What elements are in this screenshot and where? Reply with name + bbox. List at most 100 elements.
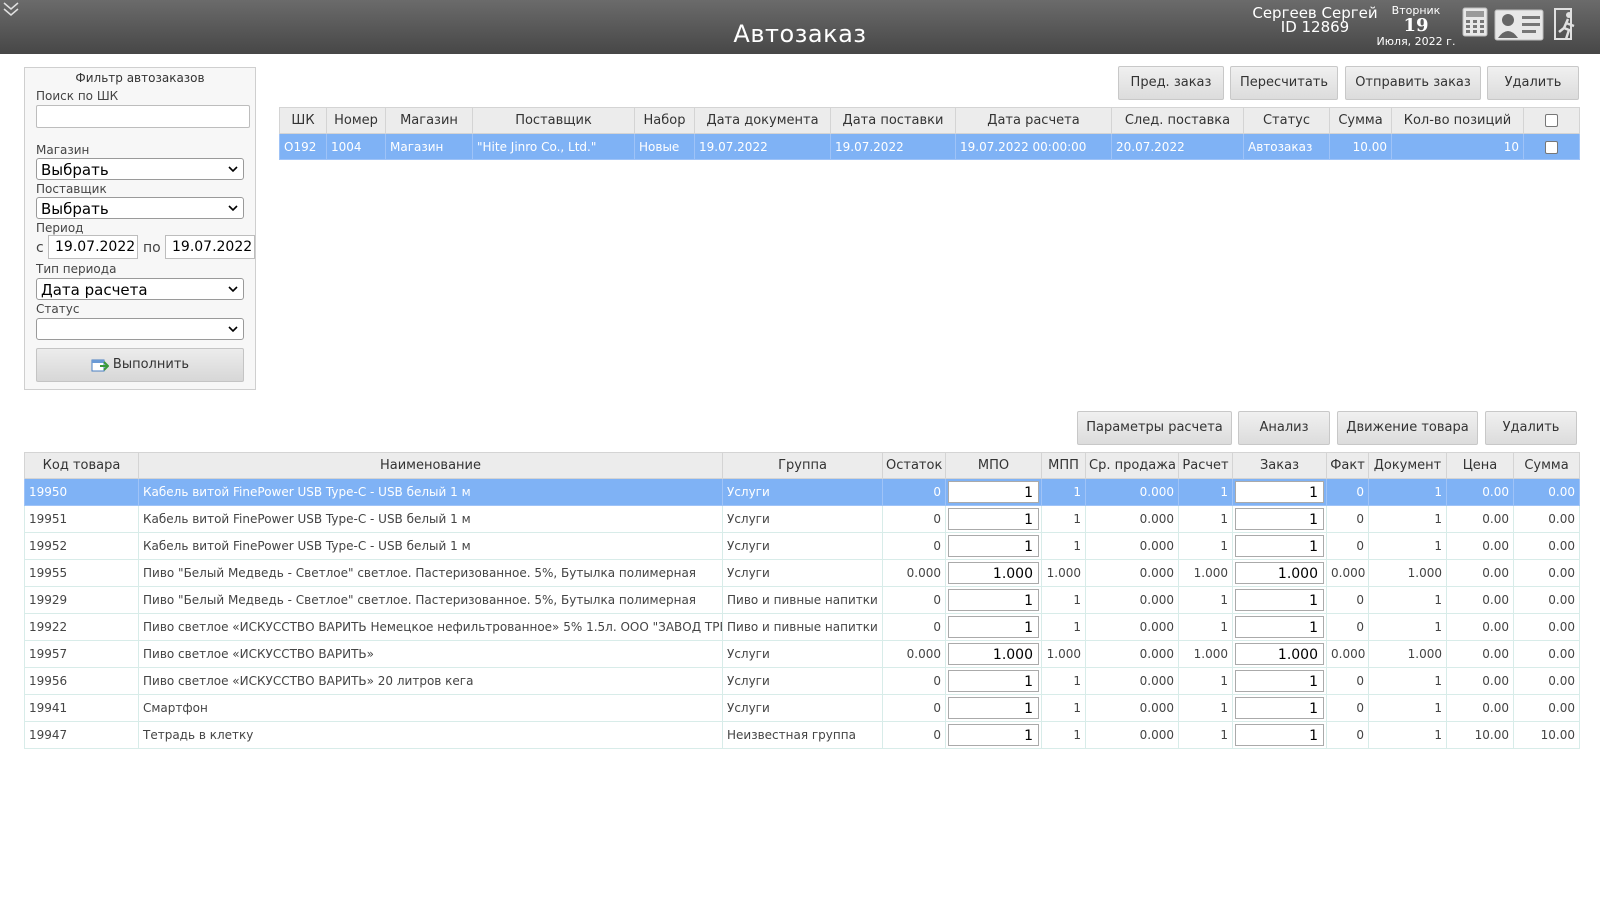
item-group: Пиво и пивные напитки xyxy=(722,613,883,641)
table-row[interactable]: 19941 Смартфон Услуги 0 1 1 0.000 1 1 0 1 0.00 0.00 xyxy=(24,694,1580,722)
col-supplier[interactable]: Поставщик xyxy=(472,107,635,134)
item-mpo-input[interactable]: 1 xyxy=(948,589,1039,611)
period-label: Период xyxy=(36,221,84,235)
recalculate-button[interactable]: Пересчитать xyxy=(1230,66,1338,100)
item-sum: 0.00 xyxy=(1513,586,1580,614)
item-mpo-input[interactable]: 1 xyxy=(948,508,1039,530)
order-row-checkbox[interactable] xyxy=(1545,140,1558,154)
delete-order-button[interactable]: Удалить xyxy=(1487,66,1579,100)
col-store[interactable]: Магазин xyxy=(385,107,473,134)
send-order-button[interactable]: Отправить заказ xyxy=(1345,66,1481,100)
supplier-select[interactable]: Выбрать xyxy=(36,197,244,219)
profile-card-icon[interactable] xyxy=(1494,6,1544,42)
prev-order-button[interactable]: Пред. заказ xyxy=(1118,66,1224,100)
delete-items-button[interactable]: Удалить xyxy=(1485,411,1577,445)
goods-movement-button[interactable]: Движение товара xyxy=(1337,411,1478,445)
items-header-row: Код товара Наименование Группа Остаток М… xyxy=(24,452,1580,479)
analysis-button[interactable]: Анализ xyxy=(1238,411,1330,445)
item-name: Пиво "Белый Медведь - Светлое" светлое. … xyxy=(138,559,723,587)
item-order-input[interactable]: 1 xyxy=(1235,670,1324,692)
col-calc[interactable]: Расчет xyxy=(1178,452,1233,479)
item-order-input[interactable]: 1 xyxy=(1235,724,1324,746)
col-product-code[interactable]: Код товара xyxy=(24,452,139,479)
calculator-icon[interactable] xyxy=(1462,6,1488,38)
store-select[interactable]: Выбрать xyxy=(36,158,244,180)
col-delivery-date[interactable]: Дата поставки xyxy=(830,107,956,134)
item-mpo-input[interactable]: 1.000 xyxy=(948,643,1039,665)
date-month: Июля, 2022 г. xyxy=(1376,35,1456,48)
col-number[interactable]: Номер xyxy=(326,107,386,134)
item-order-input[interactable]: 1.000 xyxy=(1235,562,1324,584)
item-sum: 0.00 xyxy=(1513,505,1580,533)
item-order-cell: 1 xyxy=(1232,667,1327,695)
col-item-sum[interactable]: Сумма xyxy=(1513,452,1580,479)
col-product-name[interactable]: Наименование xyxy=(138,452,723,479)
table-row[interactable]: 19950 Кабель витой FinePower USB Type-C -… xyxy=(24,478,1580,506)
item-calc: 1 xyxy=(1178,613,1233,641)
item-sum: 0.00 xyxy=(1513,694,1580,722)
col-rest[interactable]: Остаток xyxy=(882,452,946,479)
col-status[interactable]: Статус xyxy=(1243,107,1330,134)
item-sum: 10.00 xyxy=(1513,721,1580,749)
item-mpo-input[interactable]: 1 xyxy=(948,481,1039,503)
status-select[interactable] xyxy=(36,318,244,340)
barcode-search-input[interactable] xyxy=(36,105,250,128)
chevron-down-icon[interactable] xyxy=(2,0,20,18)
item-avg-sales: 0.000 xyxy=(1085,478,1179,506)
item-order-input[interactable]: 1.000 xyxy=(1235,643,1324,665)
table-row[interactable]: 19929 Пиво "Белый Медведь - Светлое" свет… xyxy=(24,586,1580,614)
order-row[interactable]: O192 1004 Магазин "Hite Jinro Co., Ltd."… xyxy=(279,133,1580,160)
period-from-input[interactable]: 19.07.2022 xyxy=(48,235,138,259)
col-mpp[interactable]: МПП xyxy=(1041,452,1086,479)
item-order-input[interactable]: 1 xyxy=(1235,535,1324,557)
item-code: 19955 xyxy=(24,559,139,587)
run-filter-button[interactable]: Выполнить xyxy=(36,348,244,382)
period-to-input[interactable]: 19.07.2022 xyxy=(165,235,255,259)
col-order[interactable]: Заказ xyxy=(1232,452,1327,479)
col-calc-date[interactable]: Дата расчета xyxy=(955,107,1112,134)
table-row[interactable]: 19951 Кабель витой FinePower USB Type-C -… xyxy=(24,505,1580,533)
calc-params-button[interactable]: Параметры расчета xyxy=(1077,411,1232,445)
col-next-delivery[interactable]: След. поставка xyxy=(1111,107,1244,134)
table-row[interactable]: 19922 Пиво светлое «ИСКУССТВО ВАРИТЬ Неме… xyxy=(24,613,1580,641)
item-order-input[interactable]: 1 xyxy=(1235,697,1324,719)
col-group[interactable]: Группа xyxy=(722,452,883,479)
exit-icon[interactable] xyxy=(1552,6,1582,42)
item-mpo-input[interactable]: 1 xyxy=(948,724,1039,746)
col-document[interactable]: Документ xyxy=(1368,452,1447,479)
item-group: Услуги xyxy=(722,640,883,668)
item-mpp: 1 xyxy=(1041,721,1086,749)
item-group: Пиво и пивные напитки xyxy=(722,586,883,614)
col-mpo[interactable]: МПО xyxy=(945,452,1042,479)
col-positions[interactable]: Кол-во позиций xyxy=(1391,107,1524,134)
item-mpo-input[interactable]: 1 xyxy=(948,697,1039,719)
table-row[interactable]: 19947 Тетрадь в клетку Неизвестная группа 0… xyxy=(24,721,1580,749)
col-avg-sales[interactable]: Ср. продажа xyxy=(1085,452,1179,479)
table-row[interactable]: 19956 Пиво светлое «ИСКУССТВО ВАРИТЬ» 20 … xyxy=(24,667,1580,695)
item-rest: 0 xyxy=(882,667,946,695)
item-mpo-input[interactable]: 1 xyxy=(948,616,1039,638)
col-sum[interactable]: Сумма xyxy=(1329,107,1392,134)
table-row[interactable]: 19952 Кабель витой FinePower USB Type-C -… xyxy=(24,532,1580,560)
item-mpo-input[interactable]: 1 xyxy=(948,535,1039,557)
select-all-checkbox[interactable] xyxy=(1545,114,1558,127)
order-select-cell[interactable] xyxy=(1523,133,1580,160)
col-select-all[interactable] xyxy=(1523,107,1580,134)
col-set[interactable]: Набор xyxy=(634,107,695,134)
item-mpo-input[interactable]: 1 xyxy=(948,670,1039,692)
col-doc-date[interactable]: Дата документа xyxy=(694,107,831,134)
item-calc: 1 xyxy=(1178,505,1233,533)
col-barcode[interactable]: ШК xyxy=(279,107,327,134)
item-fact: 0 xyxy=(1326,613,1369,641)
table-row[interactable]: 19955 Пиво "Белый Медведь - Светлое" свет… xyxy=(24,559,1580,587)
item-code: 19952 xyxy=(24,532,139,560)
item-mpo-input[interactable]: 1.000 xyxy=(948,562,1039,584)
period-type-select[interactable]: Дата расчета xyxy=(36,278,244,300)
item-order-input[interactable]: 1 xyxy=(1235,508,1324,530)
item-order-input[interactable]: 1 xyxy=(1235,616,1324,638)
col-price[interactable]: Цена xyxy=(1446,452,1514,479)
col-fact[interactable]: Факт xyxy=(1326,452,1369,479)
table-row[interactable]: 19957 Пиво светлое «ИСКУССТВО ВАРИТЬ» Услу… xyxy=(24,640,1580,668)
item-order-input[interactable]: 1 xyxy=(1235,589,1324,611)
item-order-input[interactable]: 1 xyxy=(1235,481,1324,503)
